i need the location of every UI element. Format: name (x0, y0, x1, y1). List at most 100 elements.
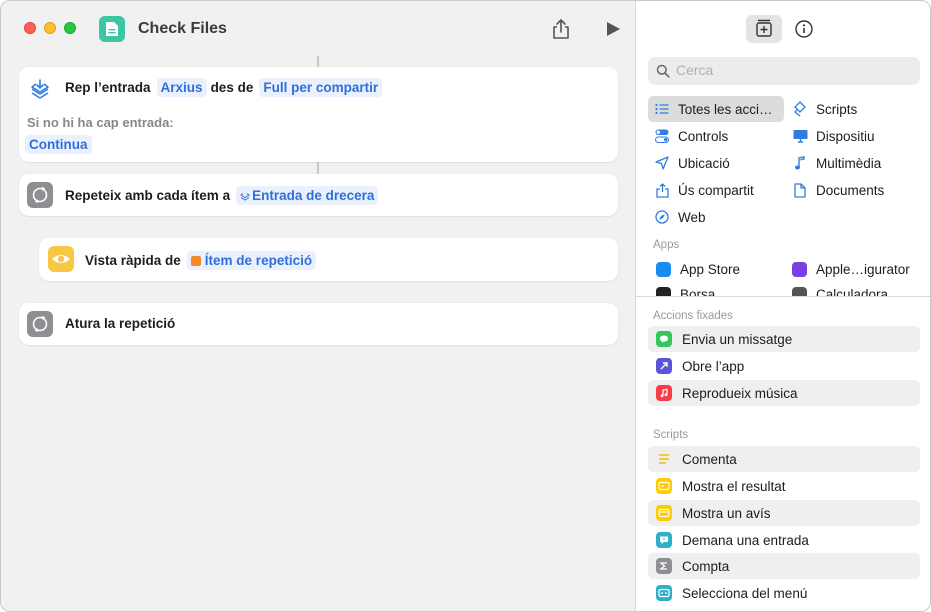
category-location[interactable]: Ubicació (648, 150, 784, 176)
title-bar: Check Files (1, 1, 635, 57)
apps-section-header: Apps (653, 239, 680, 251)
action-label: Demana una entrada (682, 532, 809, 548)
apple-configurator-icon (792, 261, 807, 277)
action-label: Compta (682, 558, 730, 574)
category-sharing[interactable]: Ús compartit (648, 177, 784, 203)
minimize-window-button[interactable] (44, 22, 56, 34)
script-choose-from-menu[interactable]: Selecciona del menú (648, 580, 920, 606)
stocks-icon (656, 286, 671, 296)
pinned-send-message[interactable]: Envia un missatge (648, 326, 920, 352)
script-show-alert[interactable]: Mostra un avís (648, 500, 920, 526)
ask-icon (656, 532, 672, 548)
action-library: Totes les acci… Scripts Controls Disposi… (635, 1, 930, 611)
category-documents[interactable]: Documents (786, 177, 922, 203)
repeat-row: Repeteix amb cada ítem a Entrada de drec… (65, 186, 382, 205)
category-all-actions[interactable]: Totes les acci… (648, 96, 784, 122)
script-show-result[interactable]: Mostra el resultat (648, 473, 920, 499)
category-device[interactable]: Dispositiu (786, 123, 922, 149)
repeat-icon (27, 311, 53, 337)
category-media[interactable]: Multimèdia (786, 150, 922, 176)
app-item-calculator[interactable]: Calculadora (792, 284, 888, 296)
pane-divider[interactable] (636, 296, 930, 297)
location-arrow-icon (654, 155, 670, 171)
category-label: Multimèdia (816, 155, 882, 171)
input-type-token[interactable]: Arxius (156, 78, 207, 97)
end-repeat-label: Atura la repetició (65, 316, 176, 331)
pinned-open-app[interactable]: Obre l’app (648, 353, 920, 379)
search-input[interactable] (676, 62, 906, 78)
receive-input-action[interactable]: Rep l’entrada Arxius des de Full per com… (19, 67, 618, 162)
search-field[interactable] (648, 57, 920, 85)
quick-look-row: Vista ràpida de Ítem de repetició (85, 251, 320, 270)
category-scripts[interactable]: Scripts (786, 96, 922, 122)
category-label: Dispositiu (816, 128, 875, 144)
library-plus-icon[interactable] (746, 15, 782, 43)
app-label: Apple…igurator (816, 261, 910, 277)
app-store-icon (656, 261, 671, 277)
no-input-action-token[interactable]: Continua (25, 135, 92, 154)
pinned-section-header: Accions fixades (653, 310, 733, 322)
action-label: Selecciona del menú (682, 585, 808, 601)
category-label: Scripts (816, 101, 858, 117)
quick-look-action[interactable]: Vista ràpida de Ítem de repetició (39, 238, 618, 281)
open-arrow-icon (656, 358, 672, 374)
category-controls[interactable]: Controls (648, 123, 784, 149)
share-icon[interactable] (549, 17, 573, 41)
quick-look-label: Vista ràpida de (85, 253, 181, 268)
action-label: Mostra el resultat (682, 478, 786, 494)
shortcut-input-token[interactable]: Entrada de drecera (236, 186, 379, 205)
category-label: Totes les acci… (678, 101, 773, 117)
shortcut-title[interactable]: Check Files (138, 20, 227, 38)
action-label: Reprodueix música (682, 385, 798, 401)
no-input-row: Continua (25, 135, 96, 154)
alert-icon (656, 505, 672, 521)
search-icon (656, 64, 670, 78)
repeat-each-action[interactable]: Repeteix amb cada ítem a Entrada de drec… (19, 174, 618, 216)
music-note-icon (792, 155, 808, 171)
script-ask-input[interactable]: Demana una entrada (648, 527, 920, 553)
end-repeat-action[interactable]: Atura la repetició (19, 303, 618, 345)
input-source-token[interactable]: Full per compartir (259, 78, 383, 97)
music-note-icon (656, 385, 672, 401)
receive-row: Rep l’entrada Arxius des de Full per com… (65, 78, 386, 97)
scripts-icon (792, 101, 808, 117)
repeat-item-token[interactable]: Ítem de repetició (186, 251, 317, 270)
action-label: Obre l’app (682, 358, 745, 374)
shortcut-input-label: Entrada de drecera (252, 188, 375, 203)
action-label: Envia un missatge (682, 331, 793, 347)
result-icon (656, 478, 672, 494)
display-icon (792, 128, 808, 144)
menu-select-icon (656, 585, 672, 601)
app-item-stocks[interactable]: Borsa (656, 284, 715, 296)
category-label: Ubicació (678, 155, 730, 171)
pinned-play-music[interactable]: Reprodueix música (648, 380, 920, 406)
app-item-apple-configurator[interactable]: Apple…igurator (792, 257, 910, 281)
script-count[interactable]: Compta (648, 553, 920, 579)
shortcut-document-icon[interactable] (99, 16, 125, 42)
no-input-label: Si no hi ha cap entrada: (27, 115, 174, 130)
category-label: Ús compartit (678, 182, 754, 198)
zoom-window-button[interactable] (64, 22, 76, 34)
app-label: Calculadora (816, 286, 889, 297)
script-comment[interactable]: Comenta (648, 446, 920, 472)
message-icon (656, 331, 672, 347)
calculator-icon (792, 286, 807, 296)
action-label: Mostra un avís (682, 505, 771, 521)
compass-icon (654, 209, 670, 225)
close-window-button[interactable] (24, 22, 36, 34)
end-repeat-row: Atura la repetició (65, 316, 177, 331)
comment-lines-icon (656, 451, 672, 467)
repeat-label: Repeteix amb cada ítem a (65, 188, 231, 203)
repeat-icon (27, 182, 53, 208)
from-word: des de (210, 80, 254, 95)
share-icon (654, 182, 670, 198)
layers-icon (240, 192, 250, 201)
scripts-section-header: Scripts (653, 429, 689, 441)
eye-icon (48, 246, 74, 272)
info-icon[interactable] (786, 15, 822, 43)
app-item-app-store[interactable]: App Store (656, 257, 740, 281)
receive-verb: Rep l’entrada (65, 80, 151, 95)
play-icon[interactable] (601, 17, 625, 41)
category-web[interactable]: Web (648, 204, 784, 230)
document-icon (792, 182, 808, 198)
